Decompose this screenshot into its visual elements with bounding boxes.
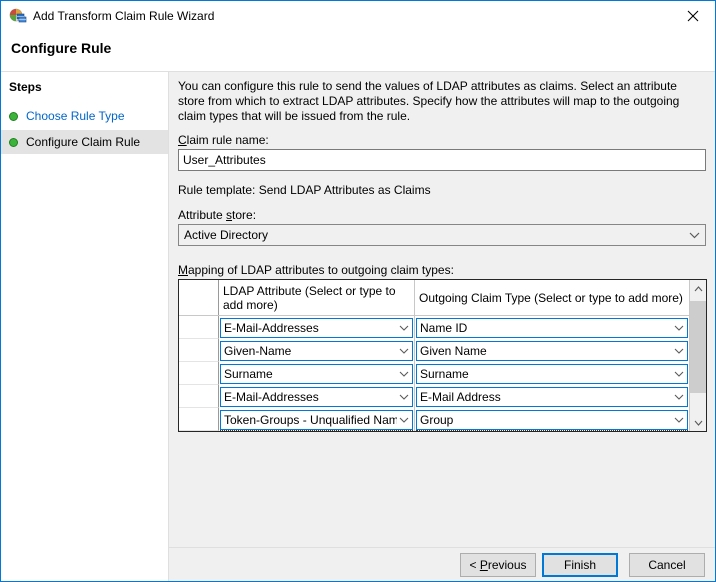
row-selector[interactable] [179,431,219,432]
row-selector[interactable] [179,408,219,431]
footer-buttons: < Previous Finish Cancel [460,553,705,577]
row-selector[interactable] [179,316,219,339]
step-label: Configure Claim Rule [26,135,140,149]
outgoing-claim-combobox[interactable]: E-Mail Address [416,387,688,407]
previous-button[interactable]: < Previous [460,553,536,577]
mapping-label: Mapping of LDAP attributes to outgoing c… [178,263,454,277]
table-row: Given-Name Given Name [179,339,706,362]
chevron-down-icon [399,348,409,354]
row-selector[interactable] [179,385,219,408]
chevron-down-icon [689,232,700,239]
green-dot-icon [9,112,18,121]
chevron-down-icon [399,417,409,423]
chevron-down-icon [399,325,409,331]
content-pane: You can configure this rule to send the … [169,72,715,581]
chevron-down-icon [674,371,684,377]
outgoing-claim-column-header[interactable]: Outgoing Claim Type (Select or type to a… [415,280,689,315]
footer-separator [169,547,715,548]
claim-rule-name-input[interactable] [178,149,706,171]
new-row-placeholder[interactable] [220,430,413,432]
wizard-body: Steps Choose Rule Type Configure Claim R… [1,71,715,581]
outgoing-claim-combobox[interactable]: Group [416,410,688,430]
table-row-empty [179,431,706,432]
outgoing-claim-combobox[interactable]: Given Name [416,341,688,361]
ldap-attribute-combobox[interactable]: Given-Name [220,341,413,361]
steps-heading: Steps [9,80,168,94]
chevron-down-icon[interactable] [690,414,706,431]
chevron-down-icon [674,394,684,400]
attribute-store-select[interactable]: Active Directory [178,224,706,246]
chevron-down-icon [399,394,409,400]
chevron-down-icon [674,417,684,423]
row-selector-header [179,280,219,315]
attribute-store-value: Active Directory [184,228,687,242]
row-selector[interactable] [179,362,219,385]
step-configure-claim-rule[interactable]: Configure Claim Rule [1,130,168,154]
rule-template-text: Rule template: Send LDAP Attributes as C… [178,183,431,197]
ldap-attribute-combobox[interactable]: E-Mail-Addresses [220,387,413,407]
title-bar: Add Transform Claim Rule Wizard [1,1,715,31]
chevron-down-icon [674,325,684,331]
table-row: Token-Groups - Unqualified Names Group [179,408,706,431]
attribute-store-label: Attribute store: [178,208,256,222]
page-title: Configure Rule [11,40,111,56]
ldap-attribute-combobox[interactable]: E-Mail-Addresses [220,318,413,338]
step-choose-rule-type[interactable]: Choose Rule Type [1,104,168,128]
chevron-down-icon [399,371,409,377]
outgoing-claim-combobox[interactable]: Name ID [416,318,688,338]
ldap-attribute-column-header[interactable]: LDAP Attribute (Select or type to add mo… [219,280,415,315]
finish-button[interactable]: Finish [542,553,618,577]
wizard-window: Add Transform Claim Rule Wizard Configur… [0,0,716,582]
row-selector[interactable] [179,339,219,362]
step-label: Choose Rule Type [26,109,125,123]
cancel-button[interactable]: Cancel [629,553,705,577]
header-band: Configure Rule [1,31,715,71]
window-title: Add Transform Claim Rule Wizard [33,9,214,23]
chevron-up-icon[interactable] [690,280,706,297]
green-dot-icon [9,138,18,147]
scrollbar-thumb[interactable] [690,301,706,393]
rule-description: You can configure this rule to send the … [178,79,706,124]
ldap-attribute-combobox[interactable]: Token-Groups - Unqualified Names [220,410,413,430]
adfs-wizard-icon [9,8,27,24]
steps-sidebar: Steps Choose Rule Type Configure Claim R… [1,72,169,581]
claim-rule-name-label: Claim rule name: [178,133,269,147]
table-row: E-Mail-Addresses E-Mail Address [179,385,706,408]
ldap-attribute-combobox[interactable]: Surname [220,364,413,384]
mapping-table-header: LDAP Attribute (Select or type to add mo… [179,280,706,316]
table-scrollbar[interactable] [689,280,706,431]
mapping-table: LDAP Attribute (Select or type to add mo… [178,279,707,432]
table-row: Surname Surname [179,362,706,385]
outgoing-claim-combobox[interactable]: Surname [416,364,688,384]
table-row: E-Mail-Addresses Name ID [179,316,706,339]
new-row-placeholder[interactable] [416,430,688,432]
chevron-down-icon [674,348,684,354]
close-icon[interactable] [670,1,715,30]
